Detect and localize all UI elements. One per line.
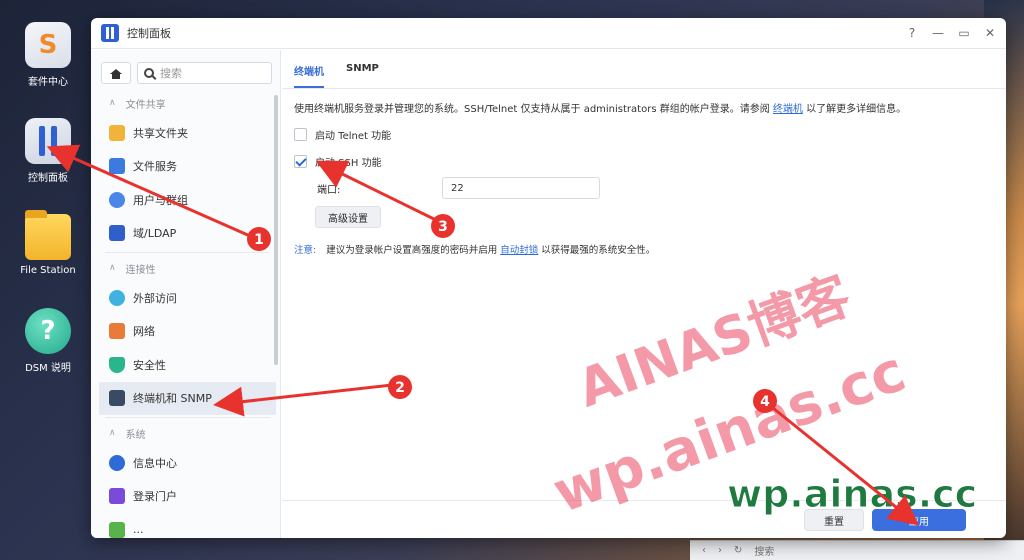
sidebar-item-more[interactable]: ...: [99, 513, 276, 538]
help-icon: ?: [25, 308, 71, 354]
title-bar[interactable]: 控制面板 ? — ▭ ✕: [91, 18, 1006, 49]
sidebar-item-security[interactable]: 安全性: [99, 348, 276, 382]
sidebar-item-shared-folder[interactable]: 共享文件夹: [99, 116, 276, 150]
sidebar-scrollbar[interactable]: [274, 95, 278, 365]
sidebar-item-domain-ldap[interactable]: 域/LDAP: [99, 217, 276, 251]
shield-icon: [109, 356, 125, 373]
ssh-option[interactable]: 启动 SSH 功能: [294, 154, 994, 169]
ssh-checkbox[interactable]: [294, 155, 307, 168]
desktop-icon-control-panel[interactable]: 控制面板: [8, 118, 88, 184]
desktop-icon-label: 套件中心: [28, 77, 68, 88]
file-services-icon: [109, 158, 125, 175]
telnet-label: 启动 Telnet 功能: [315, 131, 392, 142]
port-input[interactable]: 22: [442, 177, 600, 199]
group-system[interactable]: ∧ 系统: [99, 420, 276, 446]
minimize-button[interactable]: —: [932, 26, 944, 40]
tab-terminal[interactable]: 终端机: [294, 63, 324, 88]
sidebar-item-login-portal[interactable]: 登录门户: [99, 480, 276, 514]
region-icon: [109, 521, 125, 538]
main-content: 终端机 SNMP 使用终端机服务登录并管理您的系统。SSH/Telnet 仅支持…: [282, 50, 1006, 538]
control-panel-icon: [25, 118, 71, 164]
chevron-up-icon: ∧: [109, 428, 116, 438]
desktop-icon-package-center[interactable]: S 套件中心: [8, 22, 88, 88]
forward-icon[interactable]: ›: [718, 545, 722, 556]
search-icon: [144, 68, 154, 78]
tab-snmp[interactable]: SNMP: [346, 63, 379, 88]
control-panel-app-icon: [101, 24, 119, 42]
sidebar-item-users-groups[interactable]: 用户与群组: [99, 183, 276, 217]
apply-button[interactable]: 应用: [872, 509, 966, 531]
sidebar-item-terminal-snmp[interactable]: 终端机和 SNMP: [99, 381, 276, 415]
desktop-icon-label: 控制面板: [28, 173, 68, 184]
search-placeholder: 搜索: [160, 67, 182, 80]
group-connectivity[interactable]: ∧ 连接性: [99, 255, 276, 281]
note-label: 注意:: [294, 245, 317, 256]
control-panel-window: 控制面板 ? — ▭ ✕ 搜索 ∧ 文件共享 共享文件夹 文件服务 用户与群组 域…: [91, 18, 1006, 538]
help-button[interactable]: ?: [906, 26, 918, 40]
sidebar-item-info-center[interactable]: 信息中心: [99, 446, 276, 480]
chevron-up-icon: ∧: [109, 263, 116, 273]
sidebar: 搜索 ∧ 文件共享 共享文件夹 文件服务 用户与群组 域/LDAP ∧ 连接性 外部…: [91, 50, 281, 538]
reset-button[interactable]: 重置: [804, 509, 864, 531]
sidebar-item-external-access[interactable]: 外部访问: [99, 281, 276, 315]
domain-icon: [109, 225, 125, 242]
shared-folder-icon: [109, 124, 125, 141]
background-search-field[interactable]: 搜索: [754, 543, 774, 558]
folder-icon: [25, 210, 71, 260]
ssh-label: 启动 SSH 功能: [315, 158, 382, 169]
users-icon: [109, 191, 125, 208]
sidebar-item-network[interactable]: 网络: [99, 315, 276, 349]
background-window-toolbar: ‹ › ↻ 搜索: [690, 540, 1024, 560]
back-icon[interactable]: ‹: [702, 545, 706, 556]
chevron-up-icon: ∧: [109, 98, 116, 108]
security-note: 注意: 建议为登录帐户设置高强度的密码并启用 自动封锁 以获得最强的系统安全性。: [294, 245, 656, 256]
window-title: 控制面板: [127, 27, 171, 40]
desktop-icon-label: File Station: [20, 265, 76, 276]
terminal-icon: [109, 390, 125, 407]
telnet-option[interactable]: 启动 Telnet 功能: [294, 127, 994, 142]
footer: 重置 应用: [282, 500, 1006, 538]
desktop-icon-file-station[interactable]: File Station: [8, 210, 88, 276]
refresh-icon[interactable]: ↻: [734, 545, 742, 556]
terminal-description: 使用终端机服务登录并管理您的系统。SSH/Telnet 仅支持从属于 admin…: [294, 104, 907, 115]
network-icon: [109, 323, 125, 340]
info-icon: [109, 454, 125, 471]
package-center-icon: S: [25, 22, 71, 68]
search-input[interactable]: 搜索: [137, 62, 272, 84]
maximize-button[interactable]: ▭: [958, 26, 970, 40]
home-button[interactable]: [101, 62, 131, 84]
port-label: 端口:: [317, 184, 341, 196]
auto-block-link[interactable]: 自动封锁: [500, 245, 538, 256]
desktop-icon-label: DSM 说明: [25, 363, 71, 374]
desktop-icon-dsm-help[interactable]: ? DSM 说明: [8, 308, 88, 374]
terminal-help-link[interactable]: 终端机: [773, 104, 803, 115]
advanced-settings-button[interactable]: 高级设置: [315, 206, 381, 228]
external-access-icon: [109, 289, 125, 306]
group-file-sharing[interactable]: ∧ 文件共享: [99, 90, 276, 116]
close-button[interactable]: ✕: [984, 26, 996, 40]
telnet-checkbox[interactable]: [294, 128, 307, 141]
login-portal-icon: [109, 488, 125, 505]
sidebar-item-file-services[interactable]: 文件服务: [99, 150, 276, 184]
